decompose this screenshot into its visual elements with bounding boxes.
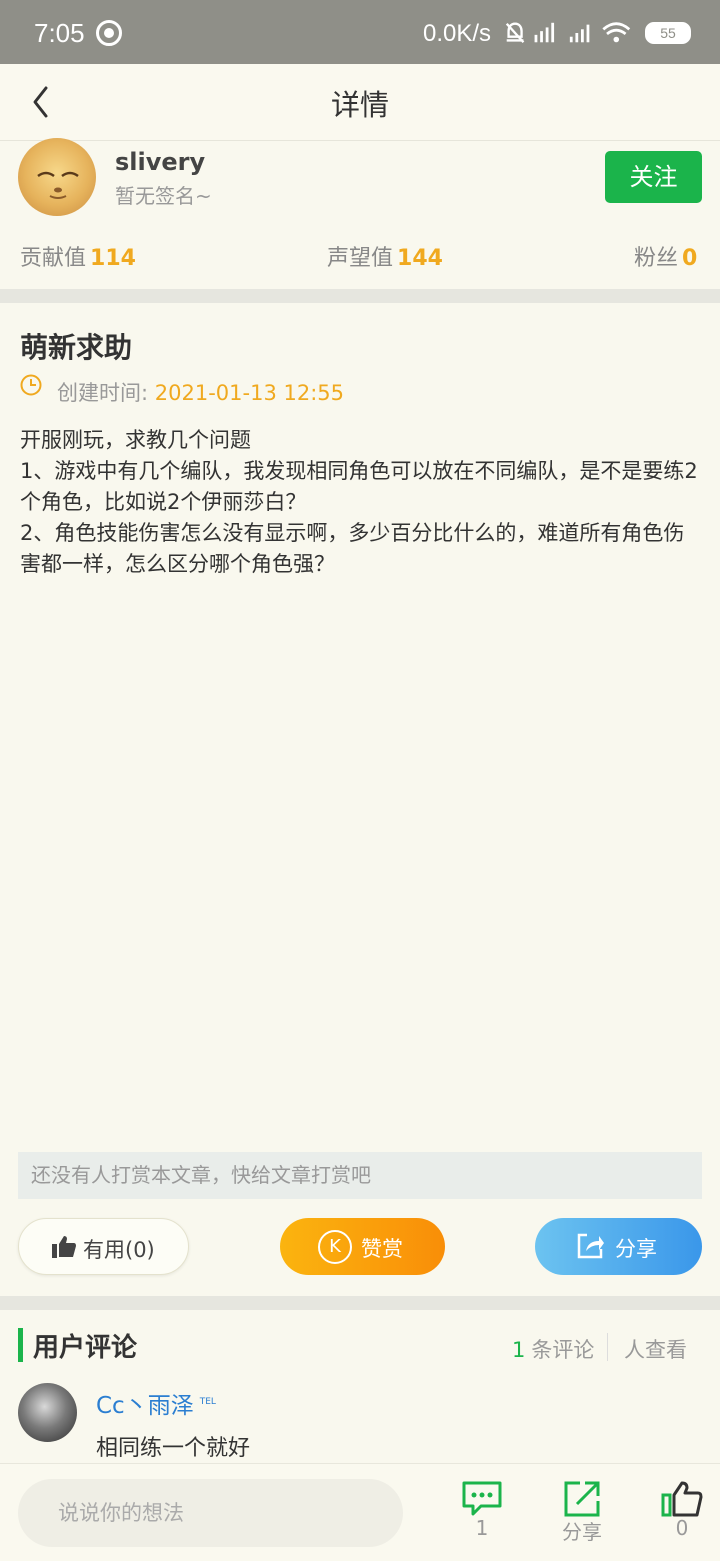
comment-count: 1 条评论 bbox=[512, 1334, 594, 1364]
post-paragraph: 2、角色技能伤害怎么没有显示啊，多少百分比什么的，难道所有角色伤害都一样，怎么区… bbox=[20, 521, 685, 576]
reward-button[interactable]: K 赞赏 bbox=[280, 1218, 445, 1275]
share-icon bbox=[577, 1233, 604, 1259]
reward-notice: 还没有人打赏本文章，快给文章打赏吧 bbox=[18, 1152, 702, 1199]
app-header: 详情 bbox=[0, 64, 720, 141]
comment-input[interactable] bbox=[18, 1479, 403, 1547]
comment-count-number: 1 bbox=[512, 1338, 526, 1362]
notification-icon bbox=[96, 20, 122, 46]
post-created-time: 创建时间: 2021-01-13 12:55 bbox=[57, 377, 344, 407]
avatar-face bbox=[37, 171, 79, 199]
coin-icon: K bbox=[318, 1230, 352, 1264]
status-bar: 7:05 0.0K/s 55 bbox=[0, 0, 720, 64]
post-body: 开服刚玩，求教几个问题 1、游戏中有几个编队，我发现相同角色可以放在不同编队，是… bbox=[20, 425, 700, 580]
post-paragraph: 开服刚玩，求教几个问题 bbox=[20, 428, 251, 452]
commenter-badge: TEL bbox=[199, 1397, 216, 1408]
page-title: 详情 bbox=[330, 88, 389, 122]
stat-label: 贡献值 bbox=[20, 246, 87, 271]
comment-text: 相同练一个就好 bbox=[96, 1436, 251, 1461]
post-title: 萌新求助 bbox=[20, 331, 133, 364]
stat-value: 144 bbox=[397, 246, 443, 271]
thumbs-up-icon bbox=[661, 1481, 703, 1517]
reward-label: 赞赏 bbox=[361, 1237, 403, 1261]
post-paragraph: 1、游戏中有几个编队，我发现相同角色可以放在不同编队，是不是要练2个角色，比如说… bbox=[20, 459, 698, 514]
share-icon bbox=[564, 1481, 600, 1517]
network-speed: 0.0K/s bbox=[423, 20, 492, 47]
stat-contribution: 贡献值 114 bbox=[20, 240, 136, 272]
like-button[interactable]: 0 bbox=[652, 1480, 712, 1540]
author-avatar[interactable] bbox=[18, 138, 96, 216]
commenter-name[interactable]: Cc丶雨泽 TEL bbox=[96, 1386, 216, 1420]
share-bottom-label: 分享 bbox=[562, 1520, 602, 1544]
share-label: 分享 bbox=[615, 1237, 657, 1261]
section-divider bbox=[0, 1296, 720, 1310]
stat-value: 114 bbox=[90, 246, 136, 271]
clock-icon bbox=[20, 374, 42, 396]
comments-title: 用户评论 bbox=[33, 1333, 138, 1363]
stat-value: 0 bbox=[682, 246, 698, 271]
comment-icon bbox=[462, 1481, 502, 1516]
divider bbox=[607, 1333, 608, 1361]
share-button[interactable]: 分享 bbox=[535, 1218, 702, 1275]
useful-label: 有用(0) bbox=[83, 1238, 155, 1262]
comments-accent-bar bbox=[18, 1328, 23, 1362]
follow-button[interactable]: 关注 bbox=[605, 151, 702, 203]
author-username[interactable]: slivery bbox=[115, 148, 205, 176]
commenter-name-text: Cc丶雨泽 bbox=[96, 1393, 194, 1419]
views-label: 人查看 bbox=[624, 1338, 687, 1362]
thumbs-up-icon bbox=[52, 1236, 76, 1258]
status-time: 7:05 bbox=[34, 18, 85, 48]
stat-fans[interactable]: 粉丝 0 bbox=[634, 240, 697, 272]
created-value: 2021-01-13 12:55 bbox=[154, 381, 345, 405]
battery-icon: 55 bbox=[645, 22, 691, 44]
comments-button[interactable]: 1 bbox=[452, 1480, 512, 1540]
stat-label: 声望值 bbox=[327, 246, 394, 271]
section-divider bbox=[0, 289, 720, 303]
like-count-label: 0 bbox=[675, 1516, 689, 1540]
commenter-avatar[interactable] bbox=[18, 1383, 77, 1442]
signal-wifi-icon bbox=[505, 22, 631, 44]
comment-count-label: 1 bbox=[475, 1516, 489, 1540]
stat-label: 粉丝 bbox=[634, 246, 679, 271]
comment-count-suffix: 条评论 bbox=[531, 1338, 595, 1362]
stat-reputation: 声望值 144 bbox=[327, 240, 443, 272]
bottom-bar: 1 分享 0 bbox=[0, 1463, 720, 1561]
created-label: 创建时间: bbox=[57, 381, 149, 405]
share-bottom-button[interactable]: 分享 bbox=[552, 1480, 612, 1545]
useful-button[interactable]: 有用(0) bbox=[18, 1218, 189, 1275]
author-signature: 暂无签名~ bbox=[115, 184, 212, 208]
